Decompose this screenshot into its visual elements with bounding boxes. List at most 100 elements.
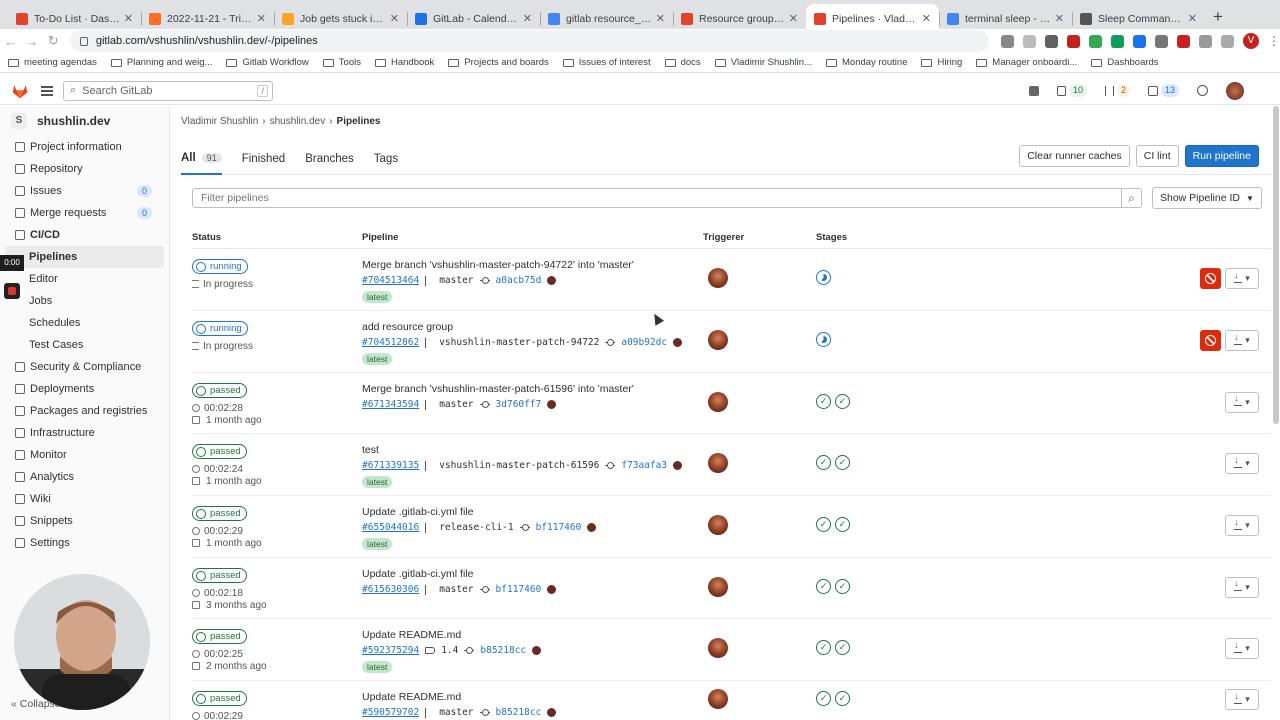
triggerer-avatar[interactable] — [708, 268, 728, 288]
extension-icon[interactable] — [1089, 34, 1103, 48]
triggerer-avatar[interactable] — [708, 391, 728, 412]
sidebar-item[interactable]: Project information — [0, 136, 169, 158]
commit-title[interactable]: Merge branch 'vshushlin-master-patch-947… — [362, 259, 634, 271]
cancel-pipeline-button[interactable] — [1200, 268, 1221, 289]
sidebar-item[interactable]: Analytics — [0, 466, 169, 488]
stage-passed-icon[interactable]: ✓ — [835, 517, 850, 532]
extension-icon[interactable] — [1155, 34, 1169, 48]
filter-search-button[interactable]: ⌕ — [1122, 188, 1142, 208]
download-artifacts-dropdown[interactable]: ▾ — [1225, 391, 1259, 413]
pipeline-id-link[interactable]: #615630306 — [362, 584, 419, 595]
sidebar-item[interactable]: Snippets — [0, 510, 169, 532]
sidebar-item[interactable]: Infrastructure — [0, 422, 169, 444]
extension-icon[interactable] — [1133, 34, 1147, 48]
sidebar-item[interactable]: CI/CD — [0, 224, 169, 246]
breadcrumb-current[interactable]: Pipelines — [337, 116, 381, 127]
status-badge[interactable]: passed — [192, 691, 247, 706]
new-tab-button[interactable]: + — [1205, 7, 1231, 27]
commit-title[interactable]: Update .gitlab-ci.yml file — [362, 568, 556, 580]
commit-sha-link[interactable]: a09b92dc — [621, 337, 667, 348]
author-avatar[interactable] — [547, 585, 557, 594]
bookmark-item[interactable]: Dashboards — [1091, 57, 1159, 68]
author-avatar[interactable] — [673, 461, 683, 470]
issues-counter[interactable]: 10 — [1056, 84, 1087, 97]
pipeline-id-link[interactable]: #671339135 — [362, 460, 419, 471]
project-header[interactable]: S shushlin.dev — [0, 106, 169, 136]
commit-sha-link[interactable]: a0acb75d — [496, 275, 542, 286]
filter-pipelines-input[interactable] — [192, 188, 1122, 208]
bookmark-item[interactable]: Planning and weig... — [110, 57, 212, 68]
close-tab-icon[interactable]: ✕ — [789, 12, 798, 25]
status-badge[interactable]: passed — [192, 568, 247, 583]
help-icon[interactable] — [1197, 85, 1208, 96]
ref-link[interactable]: vshushlin-master-patch-94722 — [439, 337, 599, 348]
forward-icon[interactable]: → — [21, 34, 42, 49]
pipeline-id-link[interactable]: #671343594 — [362, 399, 419, 410]
download-artifacts-dropdown[interactable]: ▾ — [1225, 689, 1259, 710]
commit-sha-link[interactable]: b85218cc — [496, 707, 542, 718]
close-tab-icon[interactable]: ✕ — [257, 12, 266, 25]
pipeline-id-link[interactable]: #704512862 — [362, 337, 419, 348]
stage-passed-icon[interactable]: ✓ — [835, 578, 850, 594]
commit-title[interactable]: test — [362, 444, 682, 456]
stage-passed-icon[interactable]: ✓ — [816, 455, 831, 470]
reload-icon[interactable]: ↻ — [43, 33, 64, 49]
status-badge[interactable]: passed — [192, 444, 247, 459]
sidebar-item[interactable]: Monitor — [0, 444, 169, 466]
stage-passed-icon[interactable]: ✓ — [835, 393, 850, 409]
profile-avatar[interactable]: V — [1243, 33, 1260, 49]
close-tab-icon[interactable]: ✕ — [523, 12, 532, 25]
download-artifacts-dropdown[interactable]: ▾ — [1225, 576, 1259, 598]
sidebar-item[interactable]: Repository — [0, 158, 169, 180]
ref-link[interactable]: master — [439, 707, 473, 718]
todos-counter[interactable]: 13 — [1147, 84, 1179, 97]
tab-finished[interactable]: Finished — [242, 143, 285, 175]
close-tab-icon[interactable]: ✕ — [656, 12, 665, 25]
commit-sha-link[interactable]: bf117460 — [496, 584, 542, 595]
tab-branches[interactable]: Branches — [305, 143, 354, 175]
ref-link[interactable]: release-cli-1 — [439, 522, 513, 533]
commit-sha-link[interactable]: 3d760ff7 — [496, 399, 542, 410]
run-pipeline-button[interactable]: Run pipeline — [1184, 145, 1259, 167]
extension-icon[interactable] — [1067, 34, 1081, 48]
menu-icon[interactable] — [41, 84, 53, 98]
sidebar-subitem[interactable]: Test Cases — [0, 334, 169, 356]
sidebar-subitem[interactable]: Jobs — [0, 290, 169, 312]
clear-runner-caches-button[interactable]: Clear runner caches — [1019, 145, 1130, 167]
triggerer-avatar[interactable] — [708, 515, 728, 535]
ref-link[interactable]: master — [439, 399, 473, 410]
page-scrollbar[interactable] — [1273, 106, 1279, 424]
sidebar-subitem[interactable]: Editor — [0, 268, 169, 290]
close-tab-icon[interactable]: ✕ — [1055, 12, 1064, 25]
search-input[interactable]: ⌕ Search GitLab / — [63, 80, 273, 101]
browser-menu-icon[interactable]: ⋮ — [1268, 34, 1280, 48]
commit-sha-link[interactable]: b85218cc — [480, 645, 526, 656]
download-artifacts-dropdown[interactable]: ▾ — [1225, 268, 1259, 289]
commit-title[interactable]: Update .gitlab-ci.yml file — [362, 506, 596, 518]
bookmark-item[interactable]: Manager onboardi... — [976, 57, 1077, 68]
address-bar[interactable]: gitlab.com/vshushlin/vshushlin.dev/-/pip… — [69, 30, 990, 52]
author-avatar[interactable] — [547, 708, 557, 717]
triggerer-avatar[interactable] — [708, 576, 728, 597]
triggerer-avatar[interactable] — [708, 330, 728, 350]
tab-tags[interactable]: Tags — [374, 143, 398, 175]
ref-link[interactable]: master — [439, 584, 473, 595]
extension-icon[interactable] — [1111, 34, 1125, 48]
close-tab-icon[interactable]: ✕ — [390, 12, 399, 25]
back-icon[interactable]: ← — [0, 34, 21, 49]
sidebar-item[interactable]: Packages and registries — [0, 400, 169, 422]
status-badge[interactable]: passed — [192, 506, 247, 521]
pipeline-id-link[interactable]: #592375294 — [362, 645, 419, 656]
stage-running-icon[interactable] — [816, 332, 831, 347]
ci-lint-button[interactable]: CI lint — [1135, 145, 1179, 167]
bookmark-item[interactable]: Handbook — [374, 57, 434, 68]
triggerer-avatar[interactable] — [708, 689, 728, 709]
record-stop-icon[interactable] — [4, 283, 20, 299]
ref-link[interactable]: master — [439, 275, 473, 286]
stage-passed-icon[interactable]: ✓ — [816, 517, 831, 532]
breadcrumb-item[interactable]: Vladimir Shushlin — [181, 116, 258, 127]
breadcrumb-item[interactable]: shushlin.dev — [270, 116, 326, 127]
stage-passed-icon[interactable]: ✓ — [816, 578, 831, 594]
sidebar-subitem[interactable]: Schedules — [0, 312, 169, 334]
sidebar-item[interactable]: Merge requests 0 — [0, 202, 169, 224]
